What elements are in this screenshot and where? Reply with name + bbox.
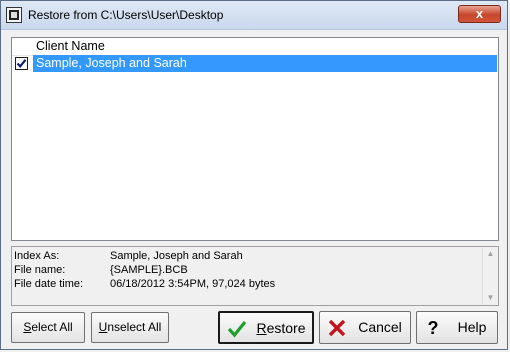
- select-all-button[interactable]: Select All: [11, 312, 85, 343]
- checkmark-icon: [227, 320, 247, 338]
- info-scrollbar[interactable]: ▲ ▼: [482, 247, 498, 305]
- app-icon: [6, 7, 22, 23]
- list-item[interactable]: Sample, Joseph and Sarah: [12, 55, 498, 72]
- restore-label: Restore: [256, 320, 306, 336]
- client-name: Sample, Joseph and Sarah: [36, 56, 187, 70]
- window-title: Restore from C:\Users\User\Desktop: [28, 8, 224, 22]
- close-icon: x: [475, 6, 484, 21]
- scroll-up-arrow-icon[interactable]: ▲: [483, 247, 498, 261]
- client-checkbox[interactable]: [15, 57, 28, 70]
- cancel-label: Cancel: [358, 319, 402, 335]
- file-date-label: File date time:: [14, 278, 84, 290]
- column-header-client-name[interactable]: Client Name: [12, 38, 498, 56]
- file-name-label: File name:: [14, 264, 66, 276]
- close-button[interactable]: x: [458, 5, 501, 23]
- index-as-value: Sample, Joseph and Sarah: [110, 250, 243, 262]
- cancel-button[interactable]: Cancel: [319, 311, 411, 344]
- cancel-x-icon: [328, 319, 346, 337]
- restore-dialog: Restore from C:\Users\User\Desktop x Cli…: [0, 0, 508, 350]
- title-bar[interactable]: Restore from C:\Users\User\Desktop x: [1, 1, 507, 30]
- help-question-icon: ?: [427, 318, 439, 338]
- index-as-label: Index As:: [14, 250, 60, 262]
- restore-button[interactable]: Restore: [218, 311, 314, 344]
- scroll-down-arrow-icon[interactable]: ▼: [483, 291, 498, 305]
- help-button[interactable]: ? Help: [416, 311, 498, 344]
- unselect-all-button[interactable]: Unselect All: [91, 312, 169, 343]
- file-date-value: 06/18/2012 3:54PM, 97,024 bytes: [110, 278, 276, 290]
- column-header-label: Client Name: [36, 39, 105, 53]
- client-list[interactable]: Client Name Sample, Joseph and Sarah: [11, 37, 499, 241]
- checkmark-icon: [16, 59, 27, 68]
- help-label: Help: [457, 319, 487, 335]
- file-name-value: {SAMPLE}.BCB: [110, 264, 188, 276]
- file-info-panel: Index As: Sample, Joseph and Sarah File …: [11, 246, 499, 306]
